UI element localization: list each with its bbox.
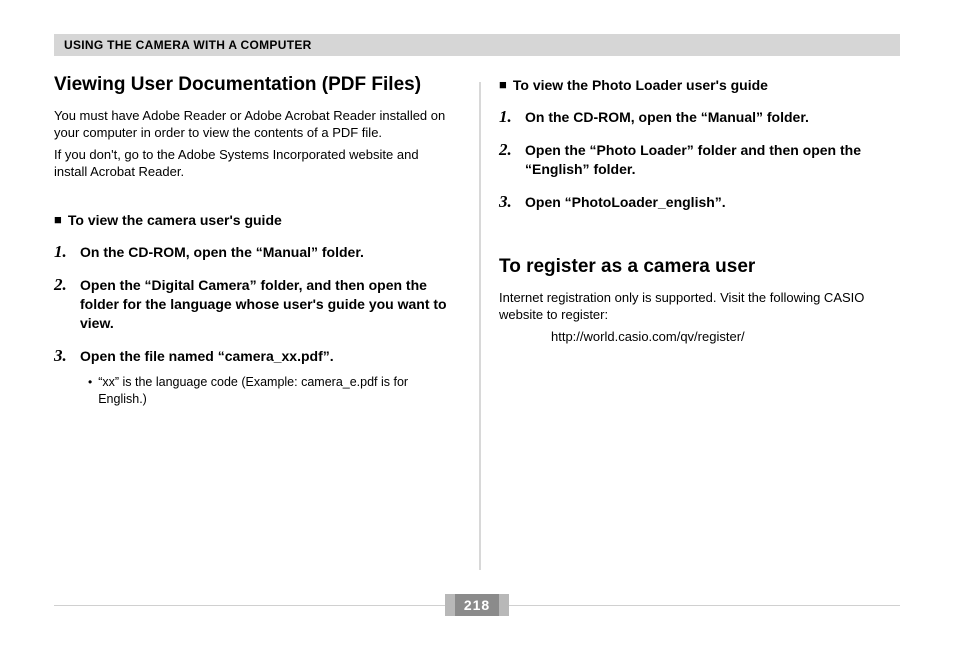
left-column: Viewing User Documentation (PDF Files) Y… <box>54 74 477 407</box>
left-steps: 1. On the CD-ROM, open the “Manual” fold… <box>54 243 455 365</box>
pagebox-edge-left <box>445 594 455 616</box>
left-note-text: “xx” is the language code (Example: came… <box>98 374 455 408</box>
left-subheading-text: To view the camera user's guide <box>68 211 282 229</box>
register-body: Internet registration only is supported.… <box>499 289 900 324</box>
list-item: 3. Open the file named “camera_xx.pdf”. <box>54 347 455 366</box>
columns: Viewing User Documentation (PDF Files) Y… <box>54 74 900 407</box>
list-item: 1. On the CD-ROM, open the “Manual” fold… <box>54 243 455 262</box>
register-url: http://world.casio.com/qv/register/ <box>551 328 900 346</box>
left-subheading: ■ To view the camera user's guide <box>54 211 455 229</box>
page: USING THE CAMERA WITH A COMPUTER Viewing… <box>0 0 954 646</box>
list-item: 2. Open the “Digital Camera” folder, and… <box>54 276 455 333</box>
left-intro-1: You must have Adobe Reader or Adobe Acro… <box>54 107 455 142</box>
list-item: 3. Open “PhotoLoader_english”. <box>499 193 900 212</box>
step-number: 1. <box>54 243 72 262</box>
column-divider <box>479 82 481 570</box>
step-text: On the CD-ROM, open the “Manual” folder. <box>525 108 809 127</box>
right-column: ■ To view the Photo Loader user's guide … <box>477 74 900 407</box>
step-number: 2. <box>54 276 72 333</box>
page-number: 218 <box>455 594 499 616</box>
step-text: On the CD-ROM, open the “Manual” folder. <box>80 243 364 262</box>
right-subheading-text: To view the Photo Loader user's guide <box>513 76 768 94</box>
list-item: 1. On the CD-ROM, open the “Manual” fold… <box>499 108 900 127</box>
pagebox-edge-right <box>499 594 509 616</box>
register-heading: To register as a camera user <box>499 256 900 279</box>
step-number: 3. <box>54 347 72 366</box>
left-note: • “xx” is the language code (Example: ca… <box>88 374 455 408</box>
bullet-dot-icon: • <box>88 374 92 408</box>
left-heading: Viewing User Documentation (PDF Files) <box>54 74 455 97</box>
page-number-box: 218 <box>445 594 509 616</box>
step-number: 1. <box>499 108 517 127</box>
square-bullet-icon: ■ <box>54 211 62 229</box>
page-footer: 218 <box>54 594 900 618</box>
step-text: Open “PhotoLoader_english”. <box>525 193 726 212</box>
left-intro-2: If you don't, go to the Adobe Systems In… <box>54 146 455 181</box>
step-number: 2. <box>499 141 517 179</box>
step-text: Open the “Digital Camera” folder, and th… <box>80 276 455 333</box>
list-item: 2. Open the “Photo Loader” folder and th… <box>499 141 900 179</box>
step-number: 3. <box>499 193 517 212</box>
section-header-text: USING THE CAMERA WITH A COMPUTER <box>64 38 312 52</box>
right-subheading: ■ To view the Photo Loader user's guide <box>499 76 900 94</box>
right-steps: 1. On the CD-ROM, open the “Manual” fold… <box>499 108 900 212</box>
section-header-bar: USING THE CAMERA WITH A COMPUTER <box>54 34 900 56</box>
square-bullet-icon: ■ <box>499 76 507 94</box>
step-text: Open the file named “camera_xx.pdf”. <box>80 347 334 366</box>
step-text: Open the “Photo Loader” folder and then … <box>525 141 900 179</box>
